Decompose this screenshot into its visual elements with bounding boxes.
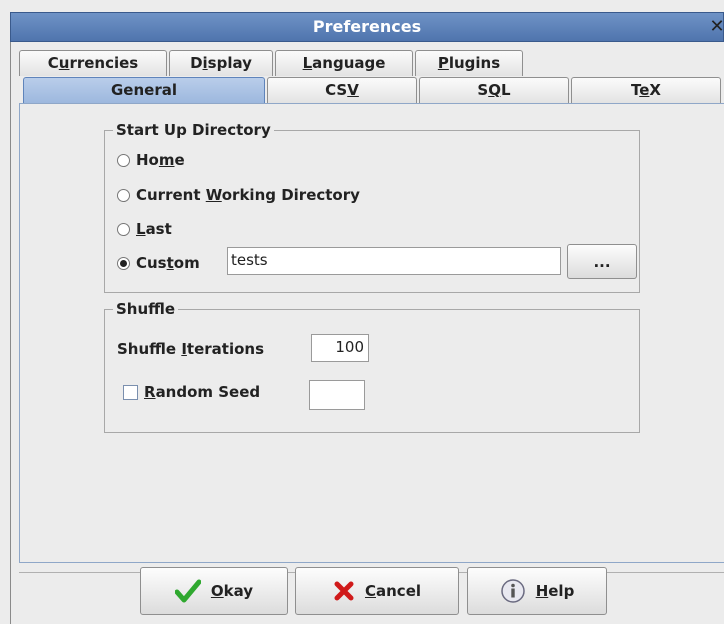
- title-bar: Preferences ✕: [10, 12, 724, 42]
- radio-home[interactable]: Home: [117, 151, 185, 169]
- tab-currencies[interactable]: Currencies: [19, 50, 167, 76]
- random-seed-checkbox-row[interactable]: Random Seed: [123, 383, 260, 401]
- radio-cwd-circle[interactable]: [117, 188, 130, 202]
- okay-button[interactable]: Okay: [140, 567, 288, 615]
- shuffle-iterations-label: Shuffle Iterations: [117, 340, 264, 358]
- tab-language[interactable]: Language: [275, 50, 413, 76]
- preferences-dialog: Currencies Display Language Plugins Gene…: [10, 42, 724, 624]
- random-seed-label: Random Seed: [144, 383, 261, 401]
- cancel-label: Cancel: [364, 582, 422, 600]
- custom-directory-input[interactable]: tests: [227, 247, 561, 275]
- help-label: Help: [535, 582, 575, 600]
- shuffle-title: Shuffle: [113, 299, 179, 319]
- random-seed-checkbox[interactable]: [123, 384, 138, 400]
- info-icon: [500, 579, 525, 603]
- tab-plugins[interactable]: Plugins: [415, 50, 523, 76]
- cancel-button[interactable]: Cancel: [295, 567, 459, 615]
- radio-home-label: Home: [136, 151, 185, 169]
- tab-general[interactable]: General: [23, 77, 265, 103]
- radio-last[interactable]: Last: [117, 220, 172, 238]
- help-button[interactable]: Help: [467, 567, 607, 615]
- check-icon: [174, 579, 201, 603]
- radio-last-circle[interactable]: [117, 222, 130, 236]
- x-icon: [334, 581, 354, 601]
- window-title: Preferences: [312, 17, 422, 36]
- radio-cwd[interactable]: Current Working Directory: [117, 186, 360, 204]
- radio-last-label: Last: [136, 220, 172, 238]
- okay-label: Okay: [210, 582, 254, 600]
- shuffle-group: Shuffle Shuffle Iterations 100 Random Se…: [104, 299, 640, 433]
- radio-cwd-label: Current Working Directory: [136, 186, 360, 204]
- radio-custom[interactable]: Custom: [117, 254, 200, 272]
- tab-csv[interactable]: CSV: [267, 77, 417, 103]
- tab-general-label: General: [111, 81, 177, 99]
- startup-directory-group: Start Up Directory Home Current Working …: [104, 120, 640, 293]
- random-seed-input[interactable]: [309, 380, 365, 410]
- radio-custom-circle[interactable]: [117, 256, 130, 270]
- startup-directory-title: Start Up Directory: [113, 120, 274, 140]
- shuffle-iterations-input[interactable]: 100: [311, 334, 369, 362]
- tab-display[interactable]: Display: [169, 50, 273, 76]
- browse-button[interactable]: ...: [567, 244, 637, 279]
- close-icon[interactable]: ✕: [707, 13, 724, 41]
- general-panel: Start Up Directory Home Current Working …: [19, 103, 724, 563]
- tab-tex[interactable]: TeX: [571, 77, 721, 103]
- radio-custom-label: Custom: [136, 254, 200, 272]
- tab-sql[interactable]: SQL: [419, 77, 569, 103]
- radio-home-circle[interactable]: [117, 153, 130, 167]
